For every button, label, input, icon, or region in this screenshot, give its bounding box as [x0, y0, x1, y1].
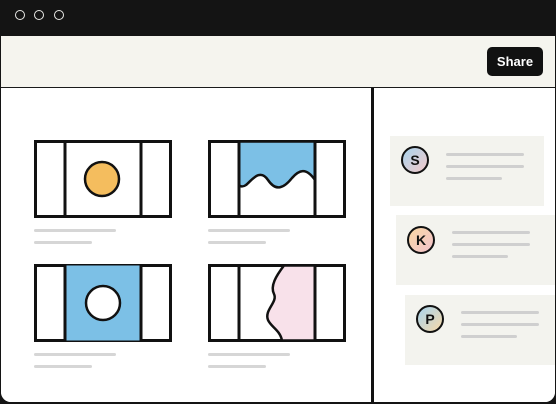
caption-placeholder: [208, 229, 290, 232]
circle-thumbnail-image: [34, 264, 172, 342]
comment-text-placeholder: [452, 231, 530, 234]
comment-text-placeholder: [461, 323, 539, 326]
thumbnail-grid: [1, 88, 371, 402]
comment-text-placeholder: [446, 153, 524, 156]
toolbar: Share: [1, 36, 555, 88]
thumbnail-card[interactable]: [34, 264, 174, 368]
avatar: K: [407, 226, 435, 254]
caption-placeholder: [208, 241, 266, 244]
comment-text-placeholder: [452, 255, 508, 258]
comment-card[interactable]: K: [396, 215, 555, 285]
avatar: S: [401, 146, 429, 174]
sun-thumbnail-image: [34, 140, 172, 218]
share-button[interactable]: Share: [487, 47, 543, 76]
thumbnail-card[interactable]: [208, 264, 348, 368]
wave-thumbnail-image: [208, 140, 346, 218]
curtain-thumbnail-image: [208, 264, 346, 342]
window-control-dot[interactable]: [34, 10, 44, 20]
comment-text-placeholder: [446, 177, 502, 180]
caption-placeholder: [34, 353, 116, 356]
comments-panel: S K P: [374, 88, 555, 402]
avatar: P: [416, 305, 444, 333]
caption-placeholder: [34, 365, 92, 368]
thumbnail-card[interactable]: [208, 140, 348, 244]
caption-placeholder: [208, 353, 290, 356]
app-frame: Share S K P: [0, 0, 556, 404]
sun-icon: [83, 160, 121, 198]
comment-card[interactable]: S: [390, 136, 544, 206]
comment-text-placeholder: [461, 311, 539, 314]
caption-placeholder: [34, 241, 92, 244]
app-window: Share S K P: [1, 36, 555, 402]
comment-card[interactable]: P: [405, 295, 555, 365]
circle-on-blue-icon: [84, 284, 122, 322]
window-control-dot[interactable]: [54, 10, 64, 20]
comment-text-placeholder: [461, 335, 517, 338]
caption-placeholder: [208, 365, 266, 368]
thumbnail-card[interactable]: [34, 140, 174, 244]
caption-placeholder: [34, 229, 116, 232]
title-bar: [0, 0, 556, 36]
comment-text-placeholder: [446, 165, 524, 168]
window-control-dot[interactable]: [15, 10, 25, 20]
comment-text-placeholder: [452, 243, 530, 246]
